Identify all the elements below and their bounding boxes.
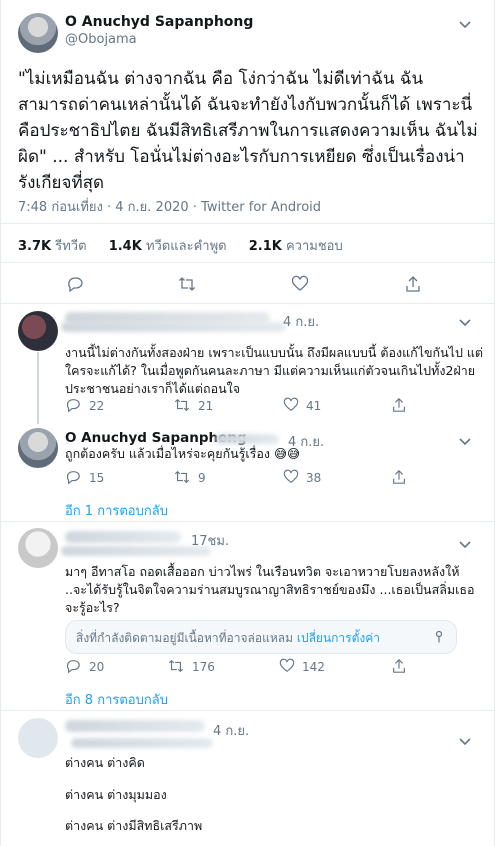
retweet-icon[interactable] [168,658,186,676]
retweet-count: 176 [192,660,215,674]
redacted-handle [71,738,213,748]
retweet-icon[interactable] [174,397,192,415]
redacted-author [65,720,205,732]
reply-time[interactable]: 17ชม. [191,530,229,551]
redacted-author [65,531,181,543]
share-icon[interactable] [391,397,409,415]
reply-icon[interactable] [65,658,83,676]
retweet-count: 9 [198,471,206,485]
reply-count: 20 [89,660,105,674]
notice-text: สิ่งที่กำลังติดตามอยู่มีเนื้อหาที่อาจล่อ… [76,631,294,645]
heart-icon[interactable] [283,469,301,487]
chevron-down-icon[interactable] [457,16,473,32]
retweet-count: 21 [198,399,214,413]
retweet-icon[interactable] [178,275,196,293]
divider [1,303,495,304]
redacted-handle [61,546,211,556]
reply-count: 15 [89,471,105,485]
reply-line-1: ต่างคน ต่างคิด [65,755,145,770]
share-icon[interactable] [404,275,422,293]
redacted-handle [215,434,279,444]
sensitive-content-notice: สิ่งที่กำลังติดตามอยู่มีเนื้อหาที่อาจล่อ… [65,620,457,654]
show-more-replies-link[interactable]: อีก 8 การตอบกลับ [65,689,168,710]
tweet-text: "ไม่เหมือนฉัน ต่างจากฉัน คือ โง่กว่าฉัน … [18,69,478,193]
heart-icon[interactable] [291,275,309,293]
like-count: 142 [302,660,325,674]
reply-avatar[interactable] [18,718,58,758]
divider [1,521,495,522]
info-icon[interactable] [432,630,446,644]
divider [1,262,495,263]
show-more-replies-link[interactable]: อีก 1 การตอบกลับ [65,500,168,521]
author-handle[interactable]: @Obojama [65,32,137,47]
reply-time[interactable]: 4 ก.ย. [213,720,249,741]
redacted-handle [61,322,286,332]
like-count: 38 [306,471,322,485]
reply-avatar[interactable] [18,528,58,568]
chevron-down-icon[interactable] [457,314,473,330]
quote-count[interactable]: 1.4K [109,239,142,254]
like-label[interactable]: ความชอบ [286,239,343,254]
change-settings-link[interactable]: เปลี่ยนการตั้งค่า [297,631,380,645]
share-icon[interactable] [391,658,409,676]
divider [1,223,495,224]
share-icon[interactable] [391,469,409,487]
tweet-stats: 3.7K รีทวีต 1.4K ทวีตและคำพูด 2.1K ความช… [18,235,361,256]
reply-text: ถูกต้องครับ แล้วเมื่อไหร่จะคุยกันรู้เรื่… [65,446,301,461]
reply-text: มาๆ อีทาสโอ ถอดเสื้อออก บ่าวไพร่ ในเรือน… [65,564,475,615]
like-count[interactable]: 2.1K [249,239,282,254]
reply-line-2: ต่างคน ต่างมุมมอง [65,787,167,802]
reply-line-3: ต่างคน ต่างมีสิทธิเสรีภาพ [65,818,203,833]
tweet-detail-view: O Anuchyd Sapanphong @Obojama "ไม่เหมือน… [0,0,495,846]
author-name[interactable]: O Anuchyd Sapanphong [65,14,253,30]
like-count: 41 [306,399,322,413]
thread-line [37,352,39,424]
retweet-label[interactable]: รีทวีต [55,239,86,254]
reply-icon[interactable] [65,397,83,415]
tweet-meta[interactable]: 7:48 ก่อนเที่ยง · 4 ก.ย. 2020 · Twitter … [18,196,321,217]
reply-time[interactable]: 4 ก.ย. [283,311,319,332]
reply-count: 22 [89,399,105,413]
chevron-down-icon[interactable] [457,536,473,552]
author-avatar[interactable] [18,428,58,468]
heart-icon[interactable] [279,658,297,676]
chevron-down-icon[interactable] [457,733,473,749]
retweet-icon[interactable] [174,469,192,487]
reply-avatar[interactable] [18,311,58,351]
author-avatar[interactable] [18,13,58,53]
divider [1,710,495,711]
quote-label[interactable]: ทวีตและคำพูด [146,239,227,254]
retweet-count[interactable]: 3.7K [18,239,51,254]
heart-icon[interactable] [283,397,301,415]
reply-text: งานนี้ไม่ต่างกันทั้งสองฝ่าย เพราะเป็นแบบ… [65,345,484,396]
reply-icon[interactable] [65,469,83,487]
reply-icon[interactable] [66,275,84,293]
